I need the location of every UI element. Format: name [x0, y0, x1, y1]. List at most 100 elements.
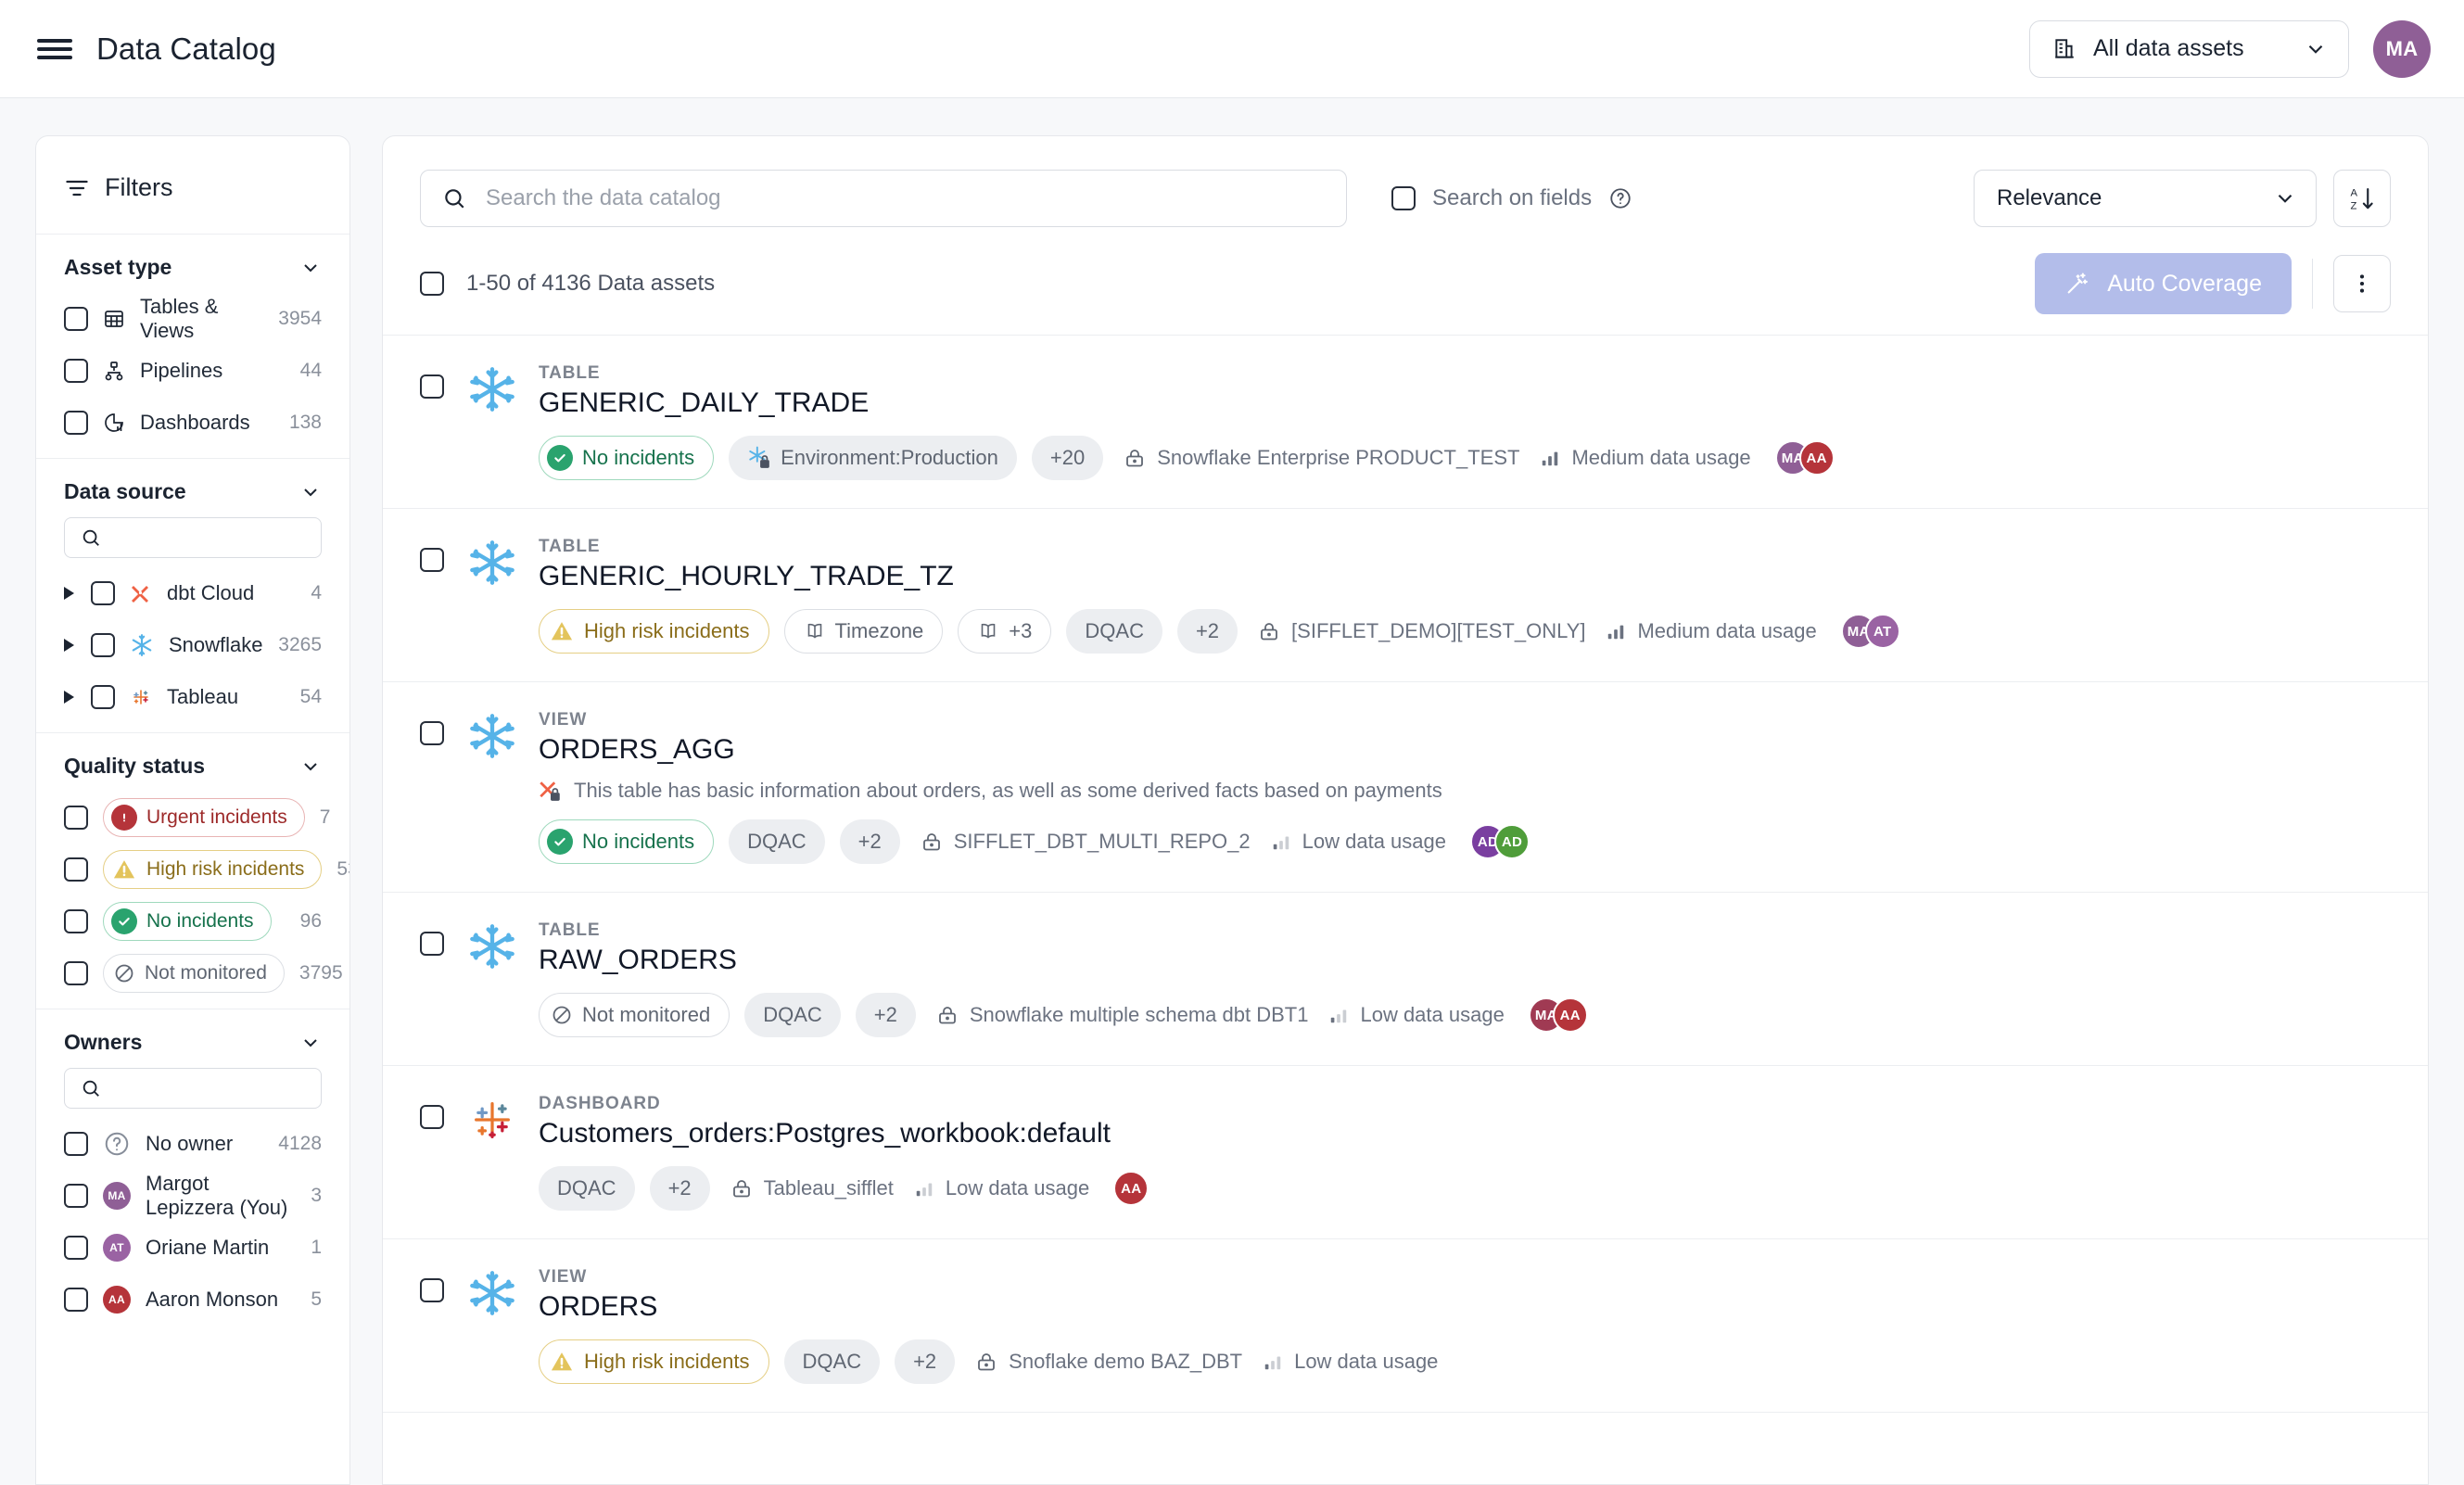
checkbox[interactable]: [64, 1236, 88, 1260]
auto-coverage-button[interactable]: Auto Coverage: [2035, 253, 2292, 314]
expand-arrow-icon[interactable]: [64, 587, 74, 600]
row-checkbox[interactable]: [420, 1278, 444, 1302]
row-checkbox[interactable]: [420, 548, 444, 572]
checkbox[interactable]: [64, 307, 88, 331]
checkbox[interactable]: [64, 411, 88, 435]
sort-az-icon[interactable]: A Z: [2333, 170, 2391, 227]
data-source-search-input[interactable]: [64, 517, 322, 558]
asset-tag[interactable]: +3: [958, 609, 1051, 654]
row-checkbox[interactable]: [420, 932, 444, 956]
filter-item-tableau[interactable]: Tableau 54: [64, 671, 322, 723]
asset-owners: MAAT: [1841, 614, 1900, 649]
app-header: Data Catalog All data assets MA: [0, 0, 2464, 98]
filter-item-snowflake[interactable]: Snowflake 3265: [64, 619, 322, 671]
filter-item-no-owner[interactable]: No owner 4128: [64, 1118, 322, 1170]
asset-name[interactable]: GENERIC_HOURLY_TRADE_TZ: [539, 561, 2391, 592]
asset-row[interactable]: TABLE RAW_ORDERS Not monitored DQAC+2 Sn…: [383, 893, 2428, 1066]
chevron-down-icon[interactable]: [299, 1032, 322, 1054]
asset-domain: Tableau_sifflet: [730, 1176, 894, 1200]
asset-tag[interactable]: +2: [1177, 609, 1238, 654]
asset-tag[interactable]: DQAC: [539, 1166, 635, 1211]
select-all-checkbox[interactable]: [420, 272, 444, 296]
tag-label: DQAC: [1085, 619, 1144, 643]
expand-arrow-icon[interactable]: [64, 639, 74, 652]
asset-name[interactable]: RAW_ORDERS: [539, 945, 2391, 976]
checkbox[interactable]: [91, 633, 115, 657]
checkbox[interactable]: [64, 1184, 88, 1208]
filter-item-pipelines[interactable]: Pipelines 44: [64, 345, 322, 397]
row-checkbox[interactable]: [420, 721, 444, 745]
chevron-down-icon[interactable]: [299, 481, 322, 503]
search-input[interactable]: [420, 170, 1347, 227]
checkbox[interactable]: [64, 909, 88, 933]
search-on-fields-toggle[interactable]: Search on fields: [1391, 185, 1632, 211]
kebab-menu-icon[interactable]: [2333, 255, 2391, 312]
asset-tag[interactable]: +2: [895, 1339, 955, 1384]
asset-row[interactable]: TABLE GENERIC_HOURLY_TRADE_TZ High risk …: [383, 509, 2428, 682]
asset-tag[interactable]: DQAC: [744, 993, 841, 1037]
chevron-down-icon[interactable]: [299, 257, 322, 279]
asset-row[interactable]: VIEW ORDERS_AGG This table has basic inf…: [383, 682, 2428, 893]
warning-triangle-icon: [549, 1349, 575, 1375]
filter-section-header[interactable]: Data source: [64, 479, 322, 504]
checkbox[interactable]: [64, 806, 88, 830]
asset-tag[interactable]: +2: [650, 1166, 710, 1211]
filter-item-high-risk-incidents[interactable]: High risk incidents 53: [64, 844, 322, 895]
filter-item-owner-margot[interactable]: MA Margot Lepizzera (You) 3: [64, 1170, 322, 1222]
sort-select[interactable]: Relevance: [1974, 170, 2317, 227]
filter-item-count: 4: [311, 582, 322, 604]
filter-section-header[interactable]: Quality status: [64, 754, 322, 779]
asset-scope-select[interactable]: All data assets: [2029, 20, 2349, 78]
avatar[interactable]: MA: [2373, 20, 2431, 78]
question-mark-icon[interactable]: [1608, 186, 1632, 210]
checkbox[interactable]: [64, 1132, 88, 1156]
checkbox[interactable]: [64, 1288, 88, 1312]
filter-section-header[interactable]: Owners: [64, 1030, 322, 1055]
expand-arrow-icon[interactable]: [64, 691, 74, 704]
filter-item-urgent-incidents[interactable]: Urgent incidents 7: [64, 792, 322, 844]
asset-tag[interactable]: Environment:Production: [729, 436, 1017, 480]
checkbox[interactable]: [64, 359, 88, 383]
asset-row[interactable]: TABLE GENERIC_DAILY_TRADE No incidents E…: [383, 336, 2428, 509]
status-badge: No incidents: [103, 902, 272, 941]
data-source-search[interactable]: [64, 517, 322, 558]
asset-name[interactable]: Customers_orders:Postgres_workbook:defau…: [539, 1118, 2391, 1149]
filter-item-no-incidents[interactable]: No incidents 96: [64, 895, 322, 947]
owners-search-input[interactable]: [64, 1068, 322, 1109]
asset-row[interactable]: DASHBOARD Customers_orders:Postgres_work…: [383, 1066, 2428, 1239]
asset-tag[interactable]: +2: [856, 993, 916, 1037]
owners-search[interactable]: [64, 1068, 322, 1109]
hamburger-icon[interactable]: [37, 35, 72, 63]
asset-tag[interactable]: DQAC: [1066, 609, 1162, 654]
asset-tag[interactable]: DQAC: [784, 1339, 881, 1384]
asset-name[interactable]: ORDERS: [539, 1291, 2391, 1323]
checkbox[interactable]: [1391, 186, 1416, 210]
search-icon: [81, 527, 101, 548]
row-checkbox[interactable]: [420, 374, 444, 399]
row-checkbox[interactable]: [420, 1105, 444, 1129]
checkbox[interactable]: [91, 581, 115, 605]
asset-tag[interactable]: +20: [1032, 436, 1103, 480]
filters-sidebar: Filters Asset type Tables & Views 3954: [35, 135, 350, 1485]
asset-row[interactable]: VIEW ORDERS High risk incidents DQAC+2 S…: [383, 1239, 2428, 1413]
asset-usage: Low data usage: [914, 1176, 1089, 1200]
asset-name[interactable]: GENERIC_DAILY_TRADE: [539, 387, 2391, 419]
checkbox[interactable]: [91, 685, 115, 709]
filter-item-label: Snowflake: [169, 633, 263, 657]
filter-item-label: Tableau: [167, 685, 238, 709]
checkbox[interactable]: [64, 857, 88, 882]
asset-tag[interactable]: Timezone: [784, 609, 944, 654]
filter-item-not-monitored[interactable]: Not monitored 3795: [64, 947, 322, 999]
asset-tag[interactable]: +2: [840, 819, 900, 864]
filter-item-tables-views[interactable]: Tables & Views 3954: [64, 293, 322, 345]
filter-item-owner-oriane[interactable]: AT Oriane Martin 1: [64, 1222, 322, 1274]
asset-details: TABLE RAW_ORDERS Not monitored DQAC+2 Sn…: [539, 920, 2391, 1037]
chevron-down-icon[interactable]: [299, 755, 322, 778]
checkbox[interactable]: [64, 961, 88, 985]
filter-item-dashboards[interactable]: Dashboards 138: [64, 397, 322, 449]
filter-item-dbt-cloud[interactable]: dbt Cloud 4: [64, 567, 322, 619]
asset-name[interactable]: ORDERS_AGG: [539, 734, 2391, 766]
filter-item-owner-aaron[interactable]: AA Aaron Monson 5: [64, 1274, 322, 1326]
filter-section-header[interactable]: Asset type: [64, 255, 322, 280]
asset-tag[interactable]: DQAC: [729, 819, 825, 864]
